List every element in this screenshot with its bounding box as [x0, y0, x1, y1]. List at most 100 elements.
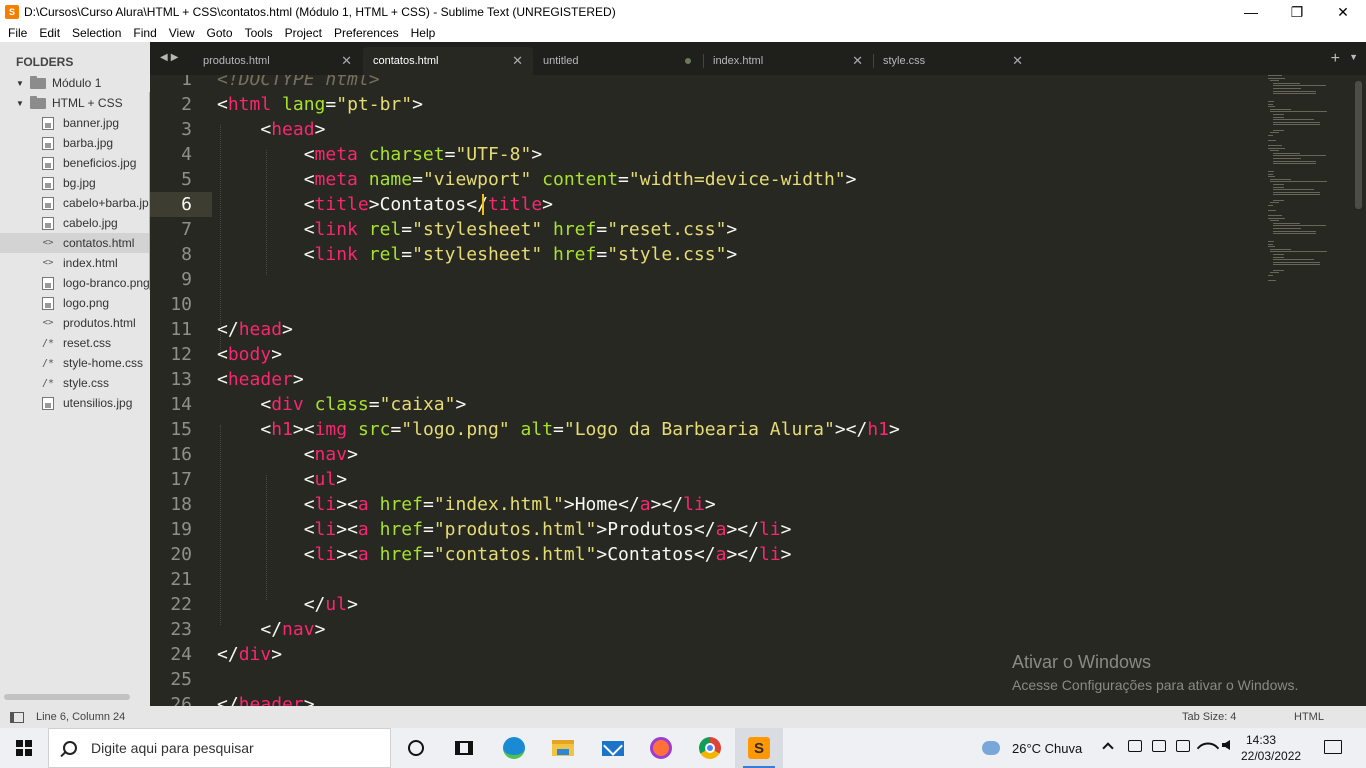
- menu-goto[interactable]: Goto: [201, 26, 239, 40]
- file-item[interactable]: <> produtos.html: [0, 313, 150, 333]
- code-line[interactable]: <h1><img src="logo.png" alt="Logo da Bar…: [217, 417, 900, 442]
- code-line[interactable]: </div>: [217, 642, 282, 667]
- file-item[interactable]: logo.png: [0, 293, 150, 313]
- code-file-icon: <>: [42, 258, 54, 268]
- sublime-text-icon: S: [748, 737, 770, 759]
- minimap-line: [1268, 106, 1276, 108]
- mail-button[interactable]: [589, 728, 637, 768]
- close-button[interactable]: ✕: [1320, 0, 1366, 24]
- expand-arrow-icon[interactable]: ▼: [15, 79, 25, 88]
- sublime-text-button[interactable]: S: [735, 728, 783, 768]
- code-line[interactable]: <head>: [217, 117, 325, 142]
- tab-contatos[interactable]: contatos.html ✕: [363, 47, 533, 75]
- new-tab-icon[interactable]: +: [1331, 50, 1340, 68]
- file-item[interactable]: barba.jpg: [0, 133, 150, 153]
- taskbar-search[interactable]: Digite aqui para pesquisar: [48, 728, 391, 768]
- title-bar: S D:\Cursos\Curso Alura\HTML + CSS\conta…: [0, 0, 1366, 24]
- tray-app-icon[interactable]: [1128, 740, 1144, 756]
- code-line[interactable]: <ul>: [217, 467, 347, 492]
- edge-button[interactable]: [490, 728, 538, 768]
- code-line[interactable]: <li><a href="index.html">Home</a></li>: [217, 492, 716, 517]
- file-item[interactable]: cabelo+barba.jp: [0, 193, 150, 213]
- menu-help[interactable]: Help: [405, 26, 442, 40]
- code-line[interactable]: <!DOCTYPE html>: [217, 75, 380, 92]
- file-item[interactable]: /* style.css: [0, 373, 150, 393]
- file-item[interactable]: banner.jpg: [0, 113, 150, 133]
- tab-untitled[interactable]: untitled: [533, 47, 703, 75]
- close-tab-icon[interactable]: ✕: [341, 53, 352, 69]
- file-item[interactable]: cabelo.jpg: [0, 213, 150, 233]
- expand-arrow-icon[interactable]: ▼: [15, 99, 25, 108]
- menu-view[interactable]: View: [163, 26, 201, 40]
- weather-widget[interactable]: 26°C Chuva: [982, 728, 1082, 768]
- task-view-button[interactable]: [440, 728, 488, 768]
- code-line[interactable]: <nav>: [217, 442, 358, 467]
- file-item[interactable]: <> contatos.html: [0, 233, 150, 253]
- menu-file[interactable]: File: [0, 26, 33, 40]
- tray-app-icon[interactable]: [1152, 740, 1168, 756]
- minimap-line: [1270, 80, 1280, 82]
- syntax-selector[interactable]: HTML: [1294, 711, 1324, 723]
- minimap-line: [1268, 280, 1277, 281]
- minimap-line: [1270, 202, 1280, 204]
- network-button[interactable]: [1196, 736, 1220, 760]
- code-line[interactable]: <link rel="stylesheet" href="reset.css">: [217, 217, 738, 242]
- code-line[interactable]: <li><a href="produtos.html">Produtos</a>…: [217, 517, 792, 542]
- code-line[interactable]: </nav>: [217, 617, 325, 642]
- code-line[interactable]: </header>: [217, 692, 315, 706]
- file-item[interactable]: logo-branco.png: [0, 273, 150, 293]
- close-tab-icon[interactable]: ✕: [1012, 53, 1023, 69]
- folder-item-modulo-1[interactable]: ▼ Módulo 1: [0, 73, 150, 93]
- code-line[interactable]: <meta name="viewport" content="width=dev…: [217, 167, 857, 192]
- code-line[interactable]: <html lang="pt-br">: [217, 92, 423, 117]
- code-line[interactable]: </ul>: [217, 592, 358, 617]
- start-button[interactable]: [0, 728, 48, 768]
- code-line[interactable]: <title>Contatos</title>: [217, 192, 553, 217]
- menu-preferences[interactable]: Preferences: [328, 26, 405, 40]
- file-explorer-button[interactable]: [539, 728, 587, 768]
- chrome-button[interactable]: [686, 728, 734, 768]
- code-line[interactable]: </head>: [217, 317, 293, 342]
- minimap[interactable]: [1260, 75, 1350, 285]
- tab-scroll-arrows-icon[interactable]: ◀▶: [160, 52, 181, 63]
- tab-index[interactable]: index.html ✕: [703, 47, 873, 75]
- file-item[interactable]: beneficios.jpg: [0, 153, 150, 173]
- volume-button[interactable]: [1222, 740, 1238, 756]
- unsaved-dot-icon[interactable]: [685, 58, 691, 64]
- code-editor[interactable]: 1 2 3 4 5 6 7 8 9 10 11 12 13 14 15 16 17 18 19 20 21 22 23 24 2…: [150, 75, 1366, 706]
- sidebar-scrollbar[interactable]: [4, 694, 130, 700]
- code-line[interactable]: <header>: [217, 367, 304, 392]
- code-line[interactable]: <body>: [217, 342, 282, 367]
- toggle-panel-icon[interactable]: [10, 711, 24, 723]
- tab-style-css[interactable]: style.css ✕: [873, 47, 1033, 75]
- folder-item-html-css[interactable]: ▼ HTML + CSS: [0, 93, 150, 113]
- menu-selection[interactable]: Selection: [66, 26, 127, 40]
- minimize-button[interactable]: —: [1228, 0, 1274, 24]
- close-tab-icon[interactable]: ✕: [852, 53, 863, 69]
- editor-scrollbar[interactable]: [1355, 81, 1362, 209]
- tab-label: untitled: [543, 55, 579, 67]
- clock[interactable]: 14:33 22/03/2022: [1241, 732, 1301, 764]
- file-item[interactable]: utensilios.jpg: [0, 393, 150, 413]
- maximize-button[interactable]: ❐: [1274, 0, 1320, 24]
- tray-app-icon[interactable]: [1176, 740, 1192, 756]
- file-item[interactable]: /* style-home.css: [0, 353, 150, 373]
- menu-edit[interactable]: Edit: [33, 26, 66, 40]
- code-line[interactable]: <div class="caixa">: [217, 392, 466, 417]
- file-item[interactable]: bg.jpg: [0, 173, 150, 193]
- menu-find[interactable]: Find: [127, 26, 162, 40]
- notifications-icon[interactable]: [1324, 740, 1342, 754]
- show-hidden-icons[interactable]: [1102, 740, 1120, 756]
- close-tab-icon[interactable]: ✕: [512, 53, 523, 69]
- menu-project[interactable]: Project: [279, 26, 328, 40]
- cortana-button[interactable]: [392, 728, 440, 768]
- tab-produtos[interactable]: produtos.html ✕: [192, 47, 362, 75]
- file-item[interactable]: /* reset.css: [0, 333, 150, 353]
- code-line[interactable]: <li><a href="contatos.html">Contatos</a>…: [217, 542, 792, 567]
- menu-tools[interactable]: Tools: [239, 26, 279, 40]
- firefox-button[interactable]: [637, 728, 685, 768]
- tab-size-selector[interactable]: Tab Size: 4: [1182, 711, 1236, 723]
- file-item[interactable]: <> index.html: [0, 253, 150, 273]
- tab-list-dropdown-icon[interactable]: ▼: [1349, 52, 1358, 62]
- code-line[interactable]: <link rel="stylesheet" href="style.css">: [217, 242, 738, 267]
